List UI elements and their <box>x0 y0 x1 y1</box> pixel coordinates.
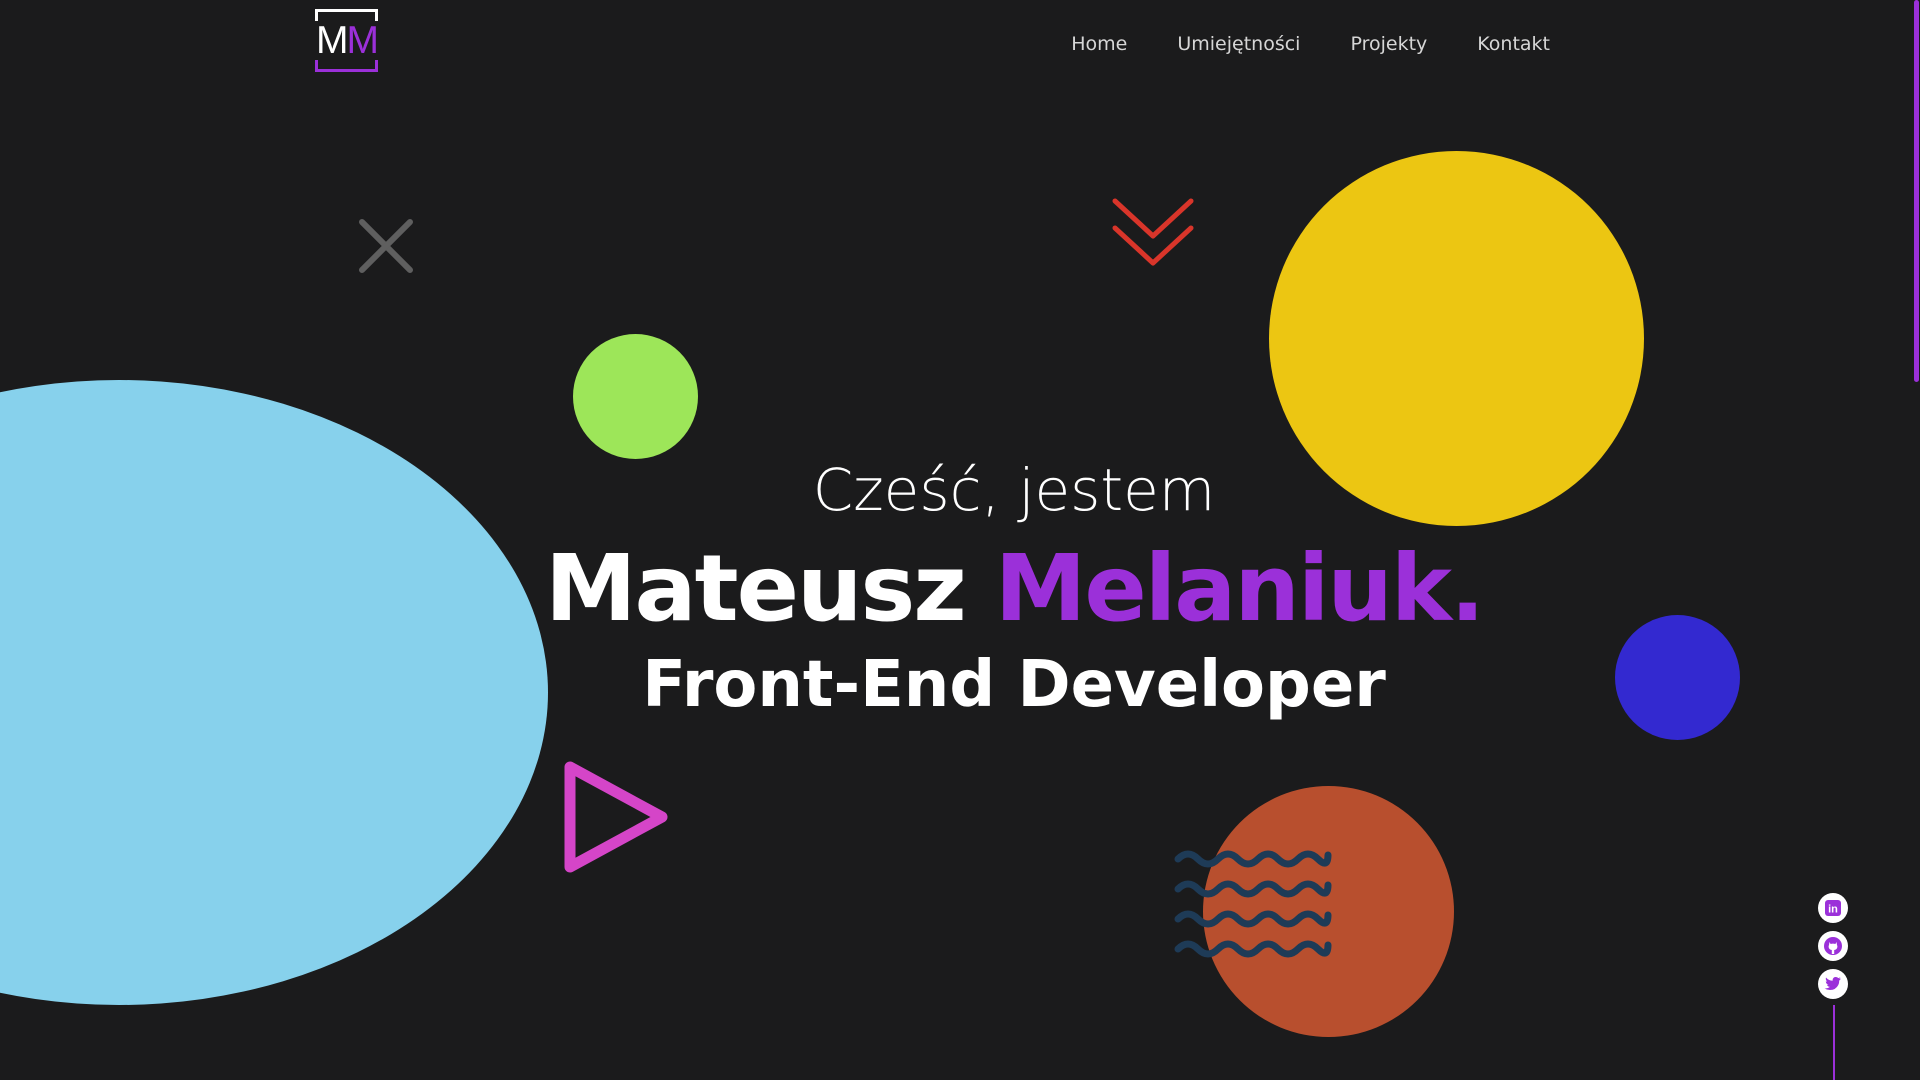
nav-link-home[interactable]: Home <box>1071 30 1127 58</box>
hero-last-name: Melaniuk. <box>994 535 1485 642</box>
social-links: in <box>1818 893 1850 1080</box>
logo-letter-second: M <box>346 19 379 62</box>
portfolio-page: MM Home Umiejętności Projekty Kontakt Cz… <box>0 0 1920 1080</box>
logo-monogram: MM <box>315 19 379 62</box>
hero-section: Cześć, jestem Mateusz Melaniuk. Front-En… <box>0 455 1920 725</box>
main-nav: Home Umiejętności Projekty Kontakt <box>1071 30 1550 58</box>
logo-letter-first: M <box>316 19 348 62</box>
linkedin-icon: in <box>1825 900 1841 916</box>
linkedin-icon-label: in <box>1828 904 1838 916</box>
hero-first-name: Mateusz <box>544 535 967 642</box>
decorative-double-chevron-down-icon <box>1112 198 1194 266</box>
nav-link-contact[interactable]: Kontakt <box>1477 30 1550 58</box>
decorative-waves-icon <box>1174 850 1332 958</box>
nav-link-projects[interactable]: Projekty <box>1350 30 1427 58</box>
decorative-play-triangle-icon <box>564 761 668 873</box>
social-links-divider <box>1833 1005 1835 1080</box>
github-icon <box>1824 937 1842 955</box>
scrollbar-thumb[interactable] <box>1914 0 1919 382</box>
github-button[interactable] <box>1818 931 1848 961</box>
hero-role: Front-End Developer <box>642 648 1386 722</box>
decorative-green-circle <box>573 334 698 459</box>
decorative-cross-icon <box>359 219 413 273</box>
page-scrollbar[interactable] <box>1912 0 1920 1080</box>
twitter-icon <box>1824 977 1841 990</box>
hero-greeting: Cześć, jestem <box>812 456 1216 524</box>
linkedin-button[interactable]: in <box>1818 893 1848 923</box>
logo-frame-bottom <box>315 60 378 72</box>
site-logo[interactable]: MM <box>315 9 379 72</box>
hero-name: Mateusz Melaniuk. <box>54 537 1920 641</box>
twitter-button[interactable] <box>1818 969 1848 999</box>
nav-link-skills[interactable]: Umiejętności <box>1177 30 1300 58</box>
